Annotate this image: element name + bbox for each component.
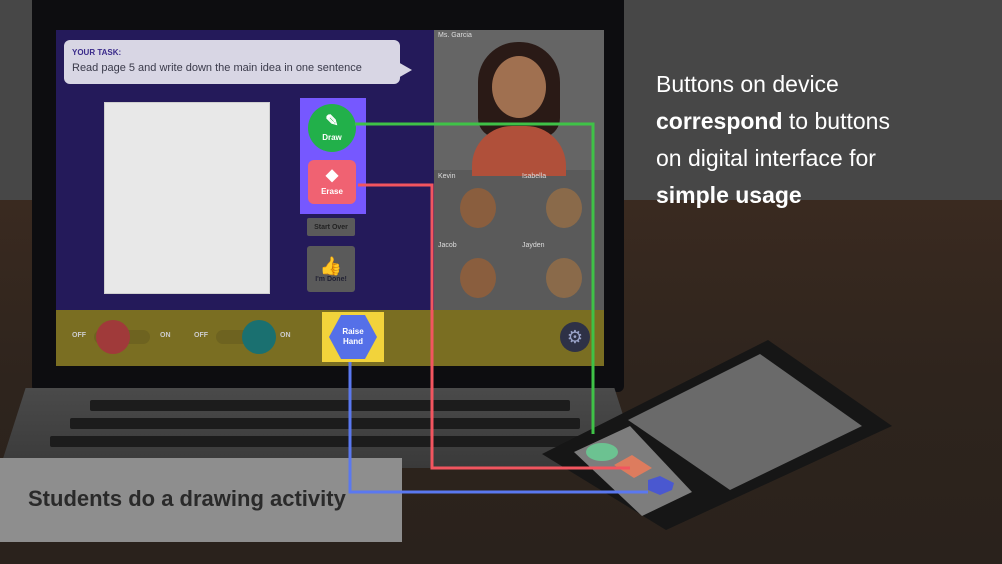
headline-line: Buttons on device [656,71,839,97]
headline-emphasis: correspond [656,108,783,134]
raise-hand-connector-line [348,362,648,494]
headline-line: on digital interface for [656,145,876,171]
draw-connector-line [355,122,595,434]
headline-line: correspond to buttons [656,103,976,140]
headline-text: to buttons [782,108,890,134]
headline-line: simple usage [656,177,976,214]
headline-emphasis: simple usage [656,182,802,208]
headline: Buttons on device correspond to buttons … [656,66,976,214]
erase-connector-line [358,183,630,470]
